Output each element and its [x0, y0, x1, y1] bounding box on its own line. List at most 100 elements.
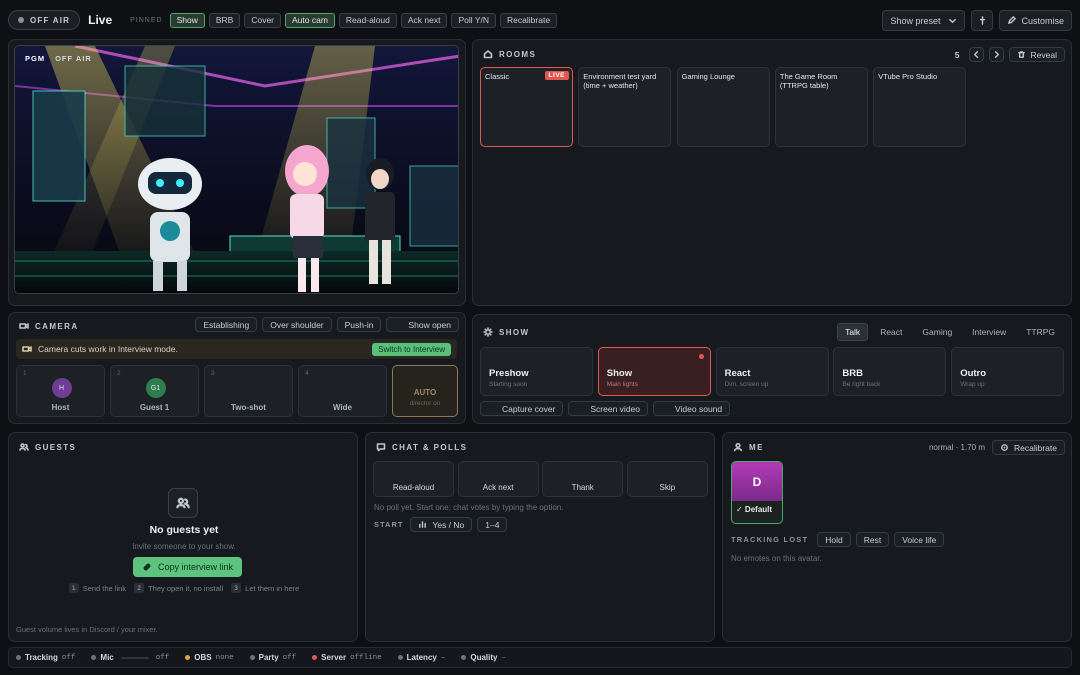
chat-panel: CHAT & POLLS Read-aloud Ack next Thank Skip…	[365, 432, 715, 642]
chat-header: CHAT & POLLS	[376, 442, 467, 452]
pinned-chip-show[interactable]: Show	[169, 12, 205, 28]
step-text: Send the link	[82, 583, 127, 593]
copy-link-label: Copy interview link	[158, 562, 234, 572]
switch-interview-button[interactable]: Switch to Interview	[372, 342, 451, 356]
camera-shot-wide[interactable]: 4 Wide	[298, 365, 387, 417]
scene-show[interactable]: Show Main lights	[597, 347, 711, 396]
status-dot	[461, 655, 467, 660]
show-action-screen-video[interactable]: Screen video	[568, 401, 649, 416]
scene-title: BRB	[842, 368, 863, 379]
poll-yes-no-label: Yes / No	[432, 519, 465, 530]
pinned-chip-cover[interactable]: Cover	[244, 12, 282, 28]
room-card-4[interactable]: The Game Room (TTRPG table)	[774, 67, 868, 147]
camera-move-over-shoulder[interactable]: Over shoulder	[262, 317, 332, 332]
poll-one-four-button[interactable]: 1–4	[477, 517, 508, 532]
camera-shot-auto[interactable]: AUTO director on	[392, 365, 458, 417]
pinned-chip-ack-next[interactable]: Ack next	[400, 12, 448, 28]
chat-action-skip[interactable]: Skip	[626, 461, 708, 497]
pinned-chip-read-aloud[interactable]: Read-aloud	[338, 12, 397, 28]
guests-footer: Guest volume lives in Discord / your mix…	[16, 625, 158, 634]
scene-title: Show	[606, 368, 633, 379]
status-obs[interactable]: OBS none	[185, 653, 234, 662]
status-quality[interactable]: Quality –	[461, 653, 506, 662]
pinned-chip-brb[interactable]: BRB	[208, 12, 241, 28]
show-tab-talk[interactable]: Talk	[837, 323, 869, 341]
pose-rest[interactable]: Rest	[855, 532, 890, 547]
status-latency[interactable]: Latency –	[397, 653, 445, 662]
guests-empty-sub: Invite someone to your show.	[132, 542, 236, 551]
status-mic[interactable]: Mic off	[91, 653, 169, 662]
show-tab-ttrpg[interactable]: TTRPG	[1018, 323, 1063, 341]
customise-button[interactable]: Customise	[999, 10, 1072, 31]
pose-voice-life[interactable]: Voice life	[894, 532, 945, 547]
camera-shot-host[interactable]: 1 H Host	[16, 365, 105, 417]
room-card-3[interactable]: Gaming Lounge	[676, 67, 770, 147]
status-value: off	[61, 653, 76, 662]
chat-action-read-aloud[interactable]: Read-aloud	[373, 461, 454, 497]
pinned-chip-recalibrate[interactable]: Recalibrate	[500, 12, 558, 28]
scene-outro[interactable]: Outro Wrap up	[951, 347, 1065, 396]
me-recalibrate-button[interactable]: Recalibrate	[992, 440, 1065, 455]
show-header: SHOW	[483, 327, 530, 337]
target-icon	[1001, 444, 1008, 451]
avatar-thumbnail: D	[732, 462, 782, 501]
status-dot	[91, 655, 97, 660]
status-tracking[interactable]: Tracking off	[16, 653, 75, 662]
status-party[interactable]: Party off	[249, 653, 296, 662]
program-preview[interactable]: PGM OFF AIR	[14, 45, 459, 294]
room-card-1[interactable]: LIVE Classic	[480, 67, 573, 147]
scene-brb[interactable]: BRB Be right back	[833, 347, 947, 396]
pin-button[interactable]	[971, 10, 994, 31]
room-card-5[interactable]: VTube Pro Studio	[873, 67, 967, 147]
status-label: Tracking	[25, 653, 58, 662]
pinned-chip-poll-y-n[interactable]: Poll Y/N	[451, 12, 497, 28]
avatar-card-default[interactable]: D ✓ Default	[731, 461, 783, 524]
status-value: –	[501, 653, 506, 662]
users-icon	[176, 497, 190, 509]
show-action-label: Screen video	[590, 403, 641, 414]
camera-move-push-in[interactable]: Push-in	[336, 317, 382, 332]
rooms-next-button[interactable]	[988, 47, 1004, 62]
scene-title: React	[724, 368, 751, 379]
room-card-2[interactable]: Environment test yard (time + weather)	[578, 67, 672, 147]
scene-react[interactable]: React Dim, screen up	[715, 347, 829, 396]
status-bar: Tracking off Mic off OBS none Party off Server of…	[8, 647, 1072, 668]
link-icon	[143, 563, 151, 571]
customise-label: Customise	[1021, 15, 1064, 26]
pin-icon	[979, 16, 986, 25]
chat-action-ack-next[interactable]: Ack next	[457, 461, 539, 497]
show-preset-select[interactable]: Show preset	[882, 10, 966, 31]
scene-title: Outro	[960, 368, 987, 379]
status-value: off	[155, 653, 170, 662]
camera-move-establishing[interactable]: Establishing	[195, 317, 258, 332]
show-open-button[interactable]: Show open	[386, 317, 459, 332]
scene-preshow[interactable]: Preshow Starting soon	[480, 347, 593, 396]
status-label: Party	[258, 653, 279, 662]
show-tab-gaming[interactable]: Gaming	[914, 323, 960, 341]
live-label: Live	[88, 13, 113, 27]
room-name: The Game Room (TTRPG table)	[779, 72, 838, 90]
copy-interview-link-button[interactable]: Copy interview link	[133, 557, 243, 577]
air-status-pill[interactable]: OFF AIR	[8, 10, 81, 30]
show-tab-interview[interactable]: Interview	[964, 323, 1014, 341]
status-server[interactable]: Server offline	[312, 653, 382, 662]
rooms-prev-button[interactable]	[968, 47, 984, 62]
chat-action-thank[interactable]: Thank	[542, 461, 624, 497]
poll-yes-no-button[interactable]: Yes / No	[410, 517, 473, 532]
status-label: Server	[321, 653, 347, 662]
shot-sub: director on	[409, 400, 441, 407]
show-action-video-sound[interactable]: Video sound	[653, 401, 731, 416]
status-dot	[312, 655, 318, 660]
pinned-chip-auto-cam[interactable]: Auto cam	[285, 12, 335, 28]
play-icon	[394, 320, 403, 329]
status-dot	[16, 655, 21, 660]
reveal-button[interactable]: Reveal	[1008, 47, 1065, 62]
camera-shot-two-shot[interactable]: 3 Two-shot	[204, 365, 293, 417]
pose-hold[interactable]: Hold	[817, 532, 851, 547]
emotes-note: No emotes on this avatar.	[731, 554, 822, 563]
guests-panel: GUESTS No guests yet Invite someone to y…	[8, 432, 358, 642]
show-tab-react[interactable]: React	[872, 323, 910, 341]
show-action-capture-cover[interactable]: Capture cover	[480, 401, 564, 416]
guest-step-1: 1 Send the link	[68, 583, 127, 593]
camera-shot-guest-1[interactable]: 2 G1 Guest 1	[110, 365, 199, 417]
